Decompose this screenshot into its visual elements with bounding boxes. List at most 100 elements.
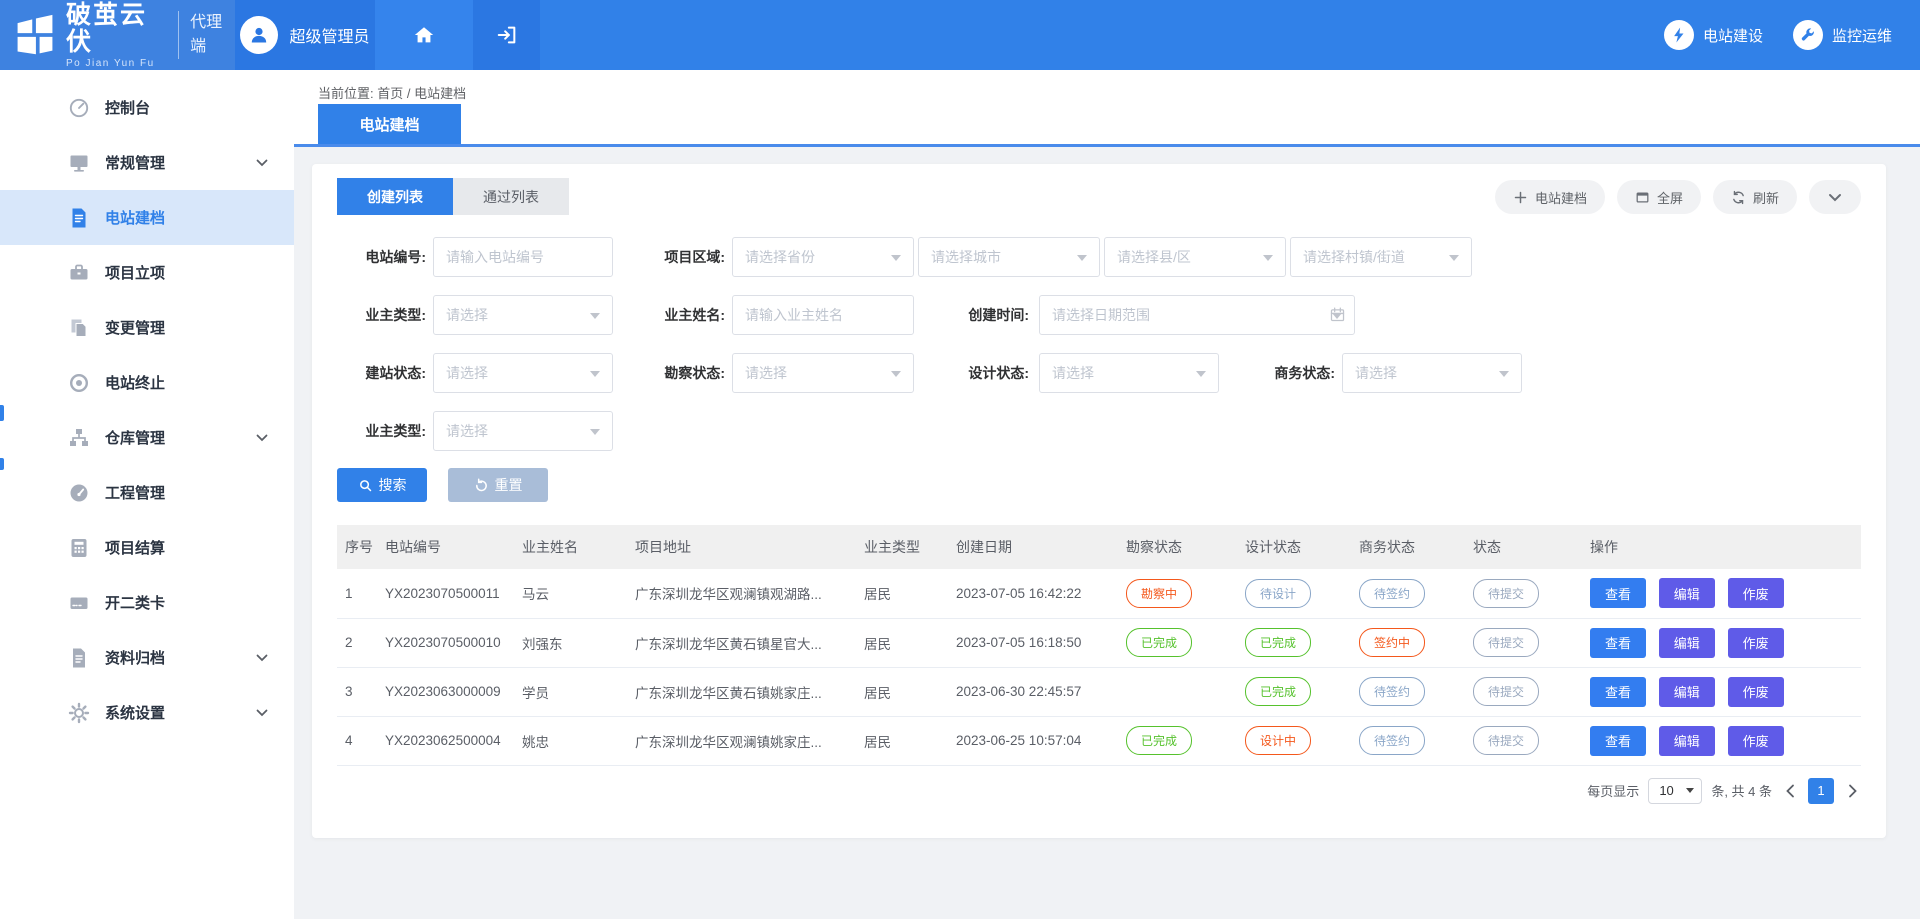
- user-menu[interactable]: 超级管理员: [235, 0, 375, 70]
- owner-name-label: 业主姓名:: [637, 295, 725, 335]
- prev-page-button[interactable]: [1781, 778, 1799, 804]
- chevron-down-icon: [1828, 193, 1842, 202]
- table-row: 2 YX2023070500010 刘强东 广东深圳龙华区黄石镇星官大... 居…: [337, 618, 1861, 667]
- invalidate-button[interactable]: 作废: [1728, 726, 1784, 756]
- edit-button[interactable]: 编辑: [1659, 578, 1715, 608]
- collapse-toolbar-button[interactable]: [1809, 180, 1861, 214]
- chevron-down-icon: [256, 709, 268, 717]
- brand-subtitle: Po Jian Yun Fu: [66, 58, 167, 69]
- chevron-down-icon: [256, 654, 268, 662]
- edit-button[interactable]: 编辑: [1659, 726, 1715, 756]
- col-station-code: 电站编号: [377, 525, 514, 569]
- card-icon: [68, 592, 90, 614]
- invalidate-button[interactable]: 作废: [1728, 677, 1784, 707]
- copy-icon: [68, 317, 90, 339]
- owner-type-select[interactable]: 请选择: [433, 295, 613, 335]
- status-badge: 待提交: [1473, 628, 1539, 657]
- owner-name-input[interactable]: [732, 295, 914, 335]
- briefcase-icon: [68, 262, 90, 284]
- view-button[interactable]: 查看: [1590, 628, 1646, 658]
- sidebar-item-label: 控制台: [105, 97, 150, 118]
- col-address: 项目地址: [627, 525, 856, 569]
- page-tab-station-archive[interactable]: 电站建档: [318, 104, 461, 144]
- panel-toolbar: 电站建档 全屏 刷新: [1495, 180, 1861, 214]
- col-business-status: 商务状态: [1351, 525, 1465, 569]
- build-status-select[interactable]: 请选择: [433, 353, 613, 393]
- col-index: 序号: [337, 525, 377, 569]
- header-right-nav: 电站建设 监控运维: [540, 0, 1920, 70]
- sidebar-item-label: 开二类卡: [105, 592, 165, 613]
- total-label: 条, 共 4 条: [1711, 781, 1772, 800]
- tab-create-list[interactable]: 创建列表: [337, 178, 453, 215]
- col-owner-type: 业主类型: [856, 525, 948, 569]
- sidebar-item-console[interactable]: 控制台: [0, 80, 294, 135]
- col-design-status: 设计状态: [1237, 525, 1351, 569]
- edit-button[interactable]: 编辑: [1659, 628, 1715, 658]
- sidebar-item-warehouse-mgmt[interactable]: 仓库管理: [0, 410, 294, 465]
- invalidate-button[interactable]: 作废: [1728, 578, 1784, 608]
- sidebar-item-system-settings[interactable]: 系统设置: [0, 685, 294, 740]
- main-panel: 创建列表 通过列表 电站建档 全屏: [312, 164, 1886, 838]
- view-button[interactable]: 查看: [1590, 677, 1646, 707]
- sidebar-item-project-initiation[interactable]: 项目立项: [0, 245, 294, 300]
- create-station-button[interactable]: 电站建档: [1495, 180, 1605, 214]
- calculator-icon: [68, 537, 90, 559]
- owner-type-label: 业主类型:: [337, 295, 426, 335]
- province-select[interactable]: 请选择省份: [732, 237, 914, 277]
- station-code-input[interactable]: [433, 237, 613, 277]
- table-row: 4 YX2023062500004 姚忠 广东深圳龙华区观澜镇姚家庄... 居民…: [337, 716, 1861, 765]
- tab-passed-list[interactable]: 通过列表: [453, 178, 569, 215]
- wrench-icon: [1793, 20, 1823, 50]
- nav-station-build-label: 电站建设: [1703, 25, 1763, 46]
- refresh-button[interactable]: 刷新: [1713, 180, 1797, 214]
- next-page-button[interactable]: [1843, 778, 1861, 804]
- view-button[interactable]: 查看: [1590, 578, 1646, 608]
- filter-row-2: 业主类型: 请选择 业主姓名: 创建时间: 请选择日期范围: [337, 295, 1861, 335]
- home-button[interactable]: [375, 0, 473, 70]
- status-badge: 待提交: [1473, 677, 1539, 706]
- date-range-picker[interactable]: 请选择日期范围: [1039, 295, 1355, 335]
- view-button[interactable]: 查看: [1590, 726, 1646, 756]
- sidebar-item-station-termination[interactable]: 电站终止: [0, 355, 294, 410]
- stations-table: 序号 电站编号 业主姓名 项目地址 业主类型 创建日期 勘察状态 设计状态 商务…: [337, 525, 1861, 766]
- chevron-down-icon: [256, 159, 268, 167]
- fullscreen-button[interactable]: 全屏: [1617, 180, 1701, 214]
- status-badge: 待签约: [1359, 579, 1425, 608]
- content-area: 创建列表 通过列表 电站建档 全屏: [294, 150, 1920, 919]
- owner-type2-select[interactable]: 请选择: [433, 411, 613, 451]
- status-badge: 签约中: [1359, 628, 1425, 657]
- sidebar-item-station-archive[interactable]: 电站建档: [0, 190, 294, 245]
- survey-status-select[interactable]: 请选择: [732, 353, 914, 393]
- refresh-icon: [1731, 190, 1746, 205]
- search-button[interactable]: 搜索: [337, 468, 427, 502]
- county-select[interactable]: 请选择县/区: [1104, 237, 1286, 277]
- sidebar-item-label: 仓库管理: [105, 427, 165, 448]
- filter-row-1: 电站编号: 项目区域: 请选择省份 请选择城市 请选择县/区 请选择村镇/街道: [337, 237, 1861, 277]
- design-status-select[interactable]: 请选择: [1039, 353, 1219, 393]
- sidebar-item-type2-card[interactable]: 开二类卡: [0, 575, 294, 630]
- sidebar-item-label: 系统设置: [105, 702, 165, 723]
- reset-button[interactable]: 重置: [448, 468, 548, 502]
- nav-station-build[interactable]: 电站建设: [1664, 20, 1763, 50]
- city-select[interactable]: 请选择城市: [918, 237, 1100, 277]
- archive-icon: [68, 647, 90, 669]
- sidebar-item-data-archive[interactable]: 资料归档: [0, 630, 294, 685]
- page-number-1[interactable]: 1: [1808, 778, 1834, 804]
- caret-down-icon: [1686, 788, 1694, 797]
- sidebar-item-engineering-mgmt[interactable]: 工程管理: [0, 465, 294, 520]
- edit-button[interactable]: 编辑: [1659, 677, 1715, 707]
- business-status-select[interactable]: 请选择: [1342, 353, 1522, 393]
- filter-actions: 搜索 重置: [337, 468, 1861, 502]
- sidebar-item-change-mgmt[interactable]: 变更管理: [0, 300, 294, 355]
- breadcrumb-path[interactable]: 首页 / 电站建档: [377, 86, 466, 101]
- invalidate-button[interactable]: 作废: [1728, 628, 1784, 658]
- logout-button[interactable]: [473, 0, 540, 70]
- sidebar-item-project-settlement[interactable]: 项目结算: [0, 520, 294, 575]
- home-icon: [413, 24, 435, 46]
- table-header-row: 序号 电站编号 业主姓名 项目地址 业主类型 创建日期 勘察状态 设计状态 商务…: [337, 525, 1861, 569]
- per-page-select[interactable]: 10: [1648, 778, 1702, 804]
- nav-monitor-ops[interactable]: 监控运维: [1793, 20, 1892, 50]
- sidebar-item-general-mgmt[interactable]: 常规管理: [0, 135, 294, 190]
- village-select[interactable]: 请选择村镇/街道: [1290, 237, 1472, 277]
- sidebar: 控制台 常规管理 电站建档 项: [0, 70, 294, 919]
